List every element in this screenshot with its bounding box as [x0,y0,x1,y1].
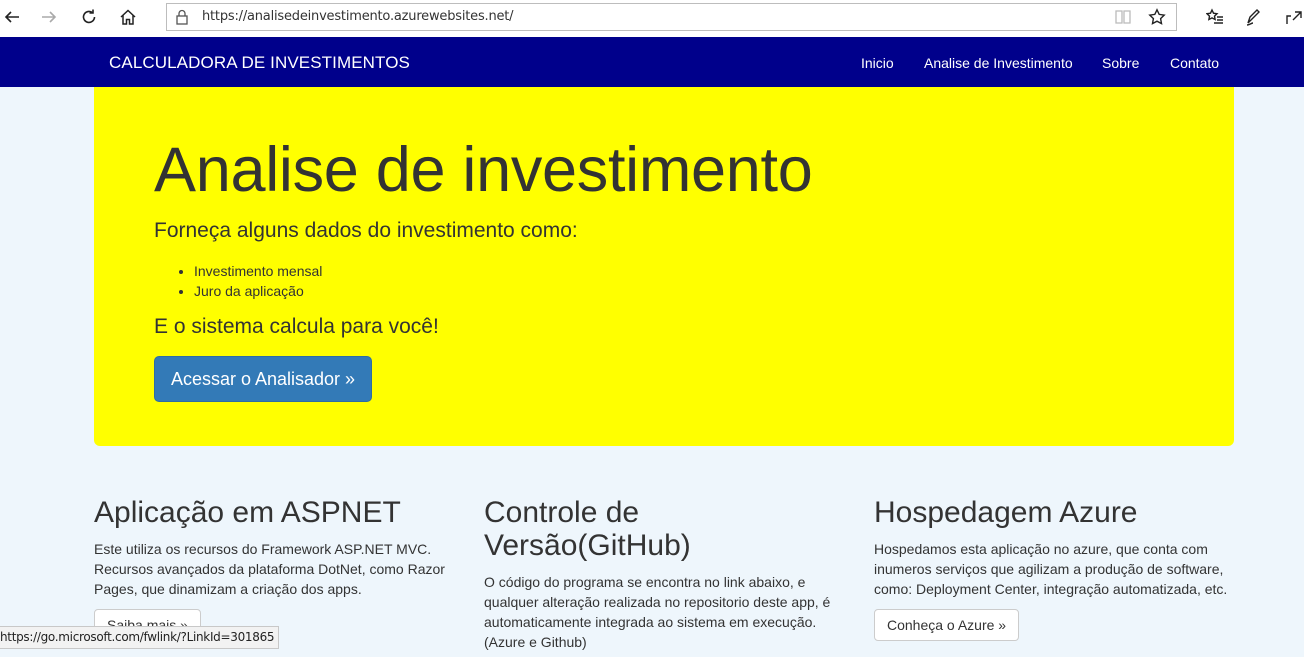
forward-icon[interactable] [37,6,61,28]
access-analyzer-button[interactable]: Acessar o Analisador » [154,356,372,402]
column-title: Aplicação em ASPNET [94,496,401,529]
refresh-icon[interactable] [77,6,101,28]
column-github: Controle de Versão(GitHub) O código do p… [484,496,844,652]
list-item: Investimento mensal [194,261,322,281]
home-icon[interactable] [116,6,140,28]
favorite-star-icon[interactable] [1148,8,1166,26]
url-text: https://analisedeinvestimento.azurewebsi… [202,9,514,24]
address-bar[interactable]: https://analisedeinvestimento.azurewebsi… [166,3,1177,31]
pen-icon[interactable] [1243,6,1265,28]
site-navbar: CALCULADORA DE INVESTIMENTOS Inicio Anal… [0,37,1304,87]
back-icon[interactable] [0,6,24,28]
column-title: Hospedagem Azure [874,496,1138,529]
status-bar-link-preview: https://go.microsoft.com/fwlink/?LinkId=… [0,626,280,649]
page-title: Analise de investimento [154,135,813,205]
lead-text-secondary: E o sistema calcula para você! [154,315,439,338]
nav-link-analise[interactable]: Analise de Investimento [924,55,1073,71]
reading-view-icon[interactable] [1114,9,1132,25]
jumbotron: Analise de investimento Forneça alguns d… [94,87,1234,446]
lock-icon [175,9,189,25]
share-icon[interactable] [1283,6,1304,28]
nav-link-inicio[interactable]: Inicio [861,55,894,71]
brand-link[interactable]: CALCULADORA DE INVESTIMENTOS [109,53,410,73]
column-title: Controle de Versão(GitHub) [484,496,691,562]
nav-link-sobre[interactable]: Sobre [1102,55,1139,71]
column-text: Este utiliza os recursos do Framework AS… [94,541,445,597]
column-azure: Hospedagem Azure Hospedamos esta aplicaç… [874,496,1234,641]
column-text: O código do programa se encontra no link… [484,574,831,650]
data-list: Investimento mensal Juro da aplicação [154,261,322,301]
azure-button[interactable]: Conheça o Azure » [874,609,1020,641]
list-item: Juro da aplicação [194,281,322,301]
favorites-list-icon[interactable] [1204,6,1226,28]
lead-text: Forneça alguns dados do investimento com… [154,219,578,242]
column-text: Hospedamos esta aplicação no azure, que … [874,541,1228,597]
browser-toolbar: https://analisedeinvestimento.azurewebsi… [0,0,1304,38]
column-aspnet: Aplicação em ASPNET Este utiliza os recu… [94,496,454,641]
nav-link-contato[interactable]: Contato [1170,55,1219,71]
